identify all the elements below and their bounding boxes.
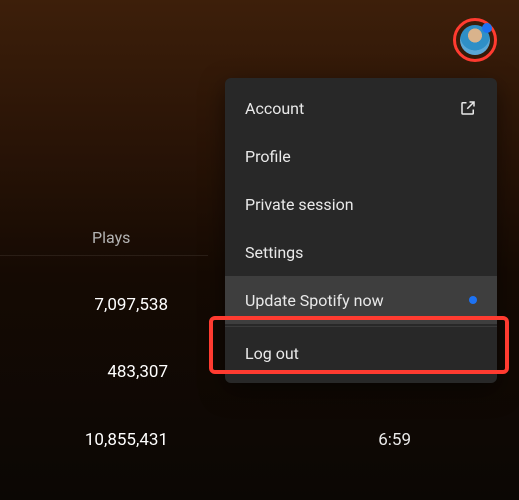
menu-item-logout[interactable]: Log out [225,329,497,377]
column-header-plays: Plays [92,228,130,247]
menu-item-settings[interactable]: Settings [225,228,497,276]
menu-item-label: Settings [245,243,303,262]
menu-item-update-spotify[interactable]: Update Spotify now [225,276,497,324]
avatar-highlight-ring [453,18,497,62]
avatar-notification-dot [482,23,492,33]
menu-divider [225,326,497,327]
avatar[interactable] [460,25,490,55]
menu-item-private-session[interactable]: Private session [225,180,497,228]
menu-item-label: Update Spotify now [245,291,384,310]
play-count-value: 10,855,431 [48,430,168,450]
menu-item-account[interactable]: Account [225,84,497,132]
update-indicator-dot [469,296,477,304]
play-count-value: 483,307 [48,362,168,382]
table-header-divider [0,255,208,256]
menu-item-label: Private session [245,195,354,214]
play-count-value: 7,097,538 [48,295,168,315]
menu-item-profile[interactable]: Profile [225,132,497,180]
user-menu: Account Profile Private session Settings… [225,78,497,383]
track-duration: 6:59 [378,430,411,450]
menu-item-label: Log out [245,344,299,363]
external-link-icon [459,99,477,117]
menu-item-label: Profile [245,147,291,166]
menu-item-label: Account [245,99,304,118]
